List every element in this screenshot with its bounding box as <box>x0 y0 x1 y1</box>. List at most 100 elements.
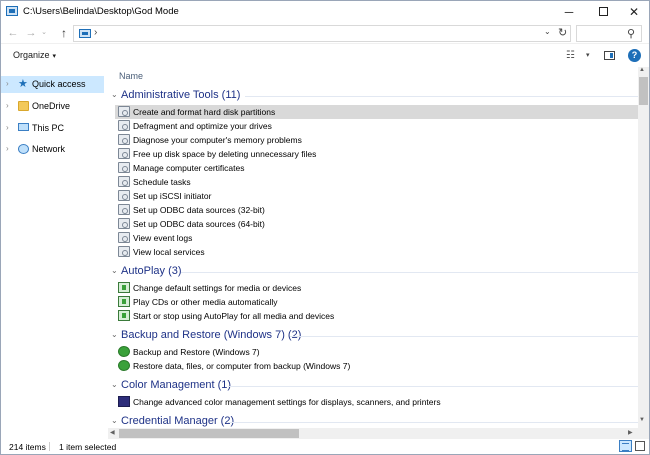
maximize-button[interactable] <box>588 1 618 23</box>
list-item-label: Diagnose your computer's memory problems <box>133 135 302 145</box>
address-dropdown-icon[interactable]: ⌄ <box>544 27 551 36</box>
admin-tools-icon <box>118 106 130 117</box>
window-title: C:\Users\Belinda\Desktop\God Mode <box>23 6 179 17</box>
recent-locations-button[interactable]: ⌄ <box>39 25 49 41</box>
group-divider <box>245 96 638 97</box>
explorer-window: C:\Users\Belinda\Desktop\God Mode ─ ✕ ← … <box>0 0 650 455</box>
horizontal-scrollbar[interactable]: ◀ ▶ <box>108 428 638 439</box>
sidebar-item-quick-access[interactable]: › ★ Quick access <box>1 76 104 93</box>
list-item[interactable]: Set up ODBC data sources (32-bit) <box>115 203 638 217</box>
computer-icon <box>18 123 29 131</box>
group-title: Credential Manager (2) <box>121 415 235 427</box>
column-header-name[interactable]: Name <box>119 71 143 81</box>
list-item[interactable]: Diagnose your computer's memory problems <box>115 133 638 147</box>
list-item[interactable]: View local services <box>115 245 638 259</box>
close-button[interactable]: ✕ <box>619 1 649 23</box>
large-icons-view-button[interactable] <box>635 441 645 451</box>
organize-label: Organize <box>13 50 50 60</box>
admin-tools-icon <box>118 232 130 243</box>
help-icon[interactable]: ? <box>628 49 641 62</box>
sidebar-item-network[interactable]: › Network <box>1 141 104 158</box>
list-item[interactable]: Set up iSCSI initiator <box>115 189 638 203</box>
minimize-button[interactable]: ─ <box>554 1 584 23</box>
organize-button[interactable]: Organize ▾ <box>13 50 56 60</box>
sort-ascending-icon: ^ <box>374 67 378 70</box>
view-options-icon[interactable]: ☷ <box>566 50 575 61</box>
group-divider <box>228 422 638 423</box>
collapse-icon[interactable]: ⌄ <box>111 266 118 275</box>
list-item[interactable]: Schedule tasks <box>115 175 638 189</box>
list-item-label: Restore data, files, or computer from ba… <box>133 361 351 371</box>
status-divider <box>49 442 50 451</box>
list-item[interactable]: Restore data, files, or computer from ba… <box>115 359 638 373</box>
list-item[interactable]: Manage computer certificates <box>115 161 638 175</box>
sidebar-item-this-pc[interactable]: › This PC <box>1 120 104 137</box>
command-bar: Organize ▾ ☷ ▾ ? <box>1 43 649 67</box>
list-item-label: Set up ODBC data sources (64-bit) <box>133 219 265 229</box>
list-item-label: Schedule tasks <box>133 177 191 187</box>
collapse-icon[interactable]: ⌄ <box>111 330 118 339</box>
file-list: ^ Name ⌄ Administrative Tools (11) Creat… <box>108 67 638 428</box>
collapse-icon[interactable]: ⌄ <box>111 90 118 99</box>
breadcrumb-chevron-icon[interactable]: › <box>94 27 97 38</box>
preview-pane-button[interactable] <box>604 51 615 60</box>
selection-count: 1 item selected <box>59 442 117 452</box>
back-button[interactable]: ← <box>5 25 21 41</box>
list-item[interactable]: Play CDs or other media automatically <box>115 295 638 309</box>
collapse-icon[interactable]: ⌄ <box>111 416 118 425</box>
sidebar-item-label: OneDrive <box>32 101 71 111</box>
group-header[interactable]: ⌄ Credential Manager (2) <box>108 414 638 428</box>
horizontal-scroll-thumb[interactable] <box>119 429 299 438</box>
item-count: 214 items <box>9 442 46 452</box>
expand-icon[interactable]: › <box>6 123 9 132</box>
list-item-label: Free up disk space by deleting unnecessa… <box>133 149 317 159</box>
address-bar[interactable]: › ⌄ ↻ <box>73 25 571 42</box>
list-item-label: Set up ODBC data sources (32-bit) <box>133 205 265 215</box>
list-item-label: Set up iSCSI initiator <box>133 191 212 201</box>
group-header[interactable]: ⌄ Administrative Tools (11) <box>108 88 638 104</box>
list-item[interactable]: Create and format hard disk partitions <box>115 105 638 119</box>
view-options-caret-icon[interactable]: ▾ <box>586 51 590 59</box>
expand-icon[interactable]: › <box>6 144 9 153</box>
scroll-down-icon[interactable]: ▼ <box>639 417 645 423</box>
admin-tools-icon <box>118 134 130 145</box>
refresh-icon[interactable]: ↻ <box>558 26 567 39</box>
group-header[interactable]: ⌄ Backup and Restore (Windows 7) (2) <box>108 328 638 344</box>
up-button[interactable]: ↑ <box>56 25 72 41</box>
list-item[interactable]: Set up ODBC data sources (64-bit) <box>115 217 638 231</box>
admin-tools-icon <box>118 120 130 131</box>
list-item[interactable]: Backup and Restore (Windows 7) <box>115 345 638 359</box>
collapse-icon[interactable]: ⌄ <box>111 380 118 389</box>
group-header[interactable]: ⌄ AutoPlay (3) <box>108 264 638 280</box>
group-header[interactable]: ⌄ Color Management (1) <box>108 378 638 394</box>
list-item[interactable]: View event logs <box>115 231 638 245</box>
list-item[interactable]: Defragment and optimize your drives <box>115 119 638 133</box>
list-item[interactable]: Change advanced color management setting… <box>115 395 638 409</box>
expand-icon[interactable]: › <box>6 101 9 110</box>
admin-tools-icon <box>118 176 130 187</box>
list-item[interactable]: Free up disk space by deleting unnecessa… <box>115 147 638 161</box>
sidebar-item-onedrive[interactable]: › OneDrive <box>1 98 104 115</box>
expand-icon[interactable]: › <box>6 79 9 88</box>
admin-tools-icon <box>118 190 130 201</box>
folder-icon <box>18 101 29 111</box>
scroll-up-icon[interactable]: ▲ <box>639 67 645 73</box>
backup-icon <box>118 360 130 371</box>
scroll-left-icon[interactable]: ◀ <box>110 429 115 436</box>
details-view-button[interactable] <box>619 440 632 452</box>
autoplay-icon <box>118 296 130 307</box>
sidebar-item-label: Network <box>32 144 66 154</box>
vertical-scroll-thumb[interactable] <box>639 77 648 105</box>
vertical-scrollbar[interactable]: ▲ ▼ <box>638 67 649 428</box>
color-management-icon <box>118 396 130 407</box>
search-icon: ⚲ <box>627 28 636 40</box>
scroll-right-icon[interactable]: ▶ <box>628 429 633 436</box>
list-item[interactable]: Change default settings for media or dev… <box>115 281 638 295</box>
list-item[interactable]: Start or stop using AutoPlay for all med… <box>115 309 638 323</box>
admin-tools-icon <box>118 204 130 215</box>
group-title: AutoPlay (3) <box>121 265 182 277</box>
list-item-label: Create and format hard disk partitions <box>133 107 276 117</box>
search-input[interactable]: ⚲ <box>576 25 642 42</box>
forward-button[interactable]: → <box>23 25 39 41</box>
list-item-label: Change default settings for media or dev… <box>133 283 302 293</box>
